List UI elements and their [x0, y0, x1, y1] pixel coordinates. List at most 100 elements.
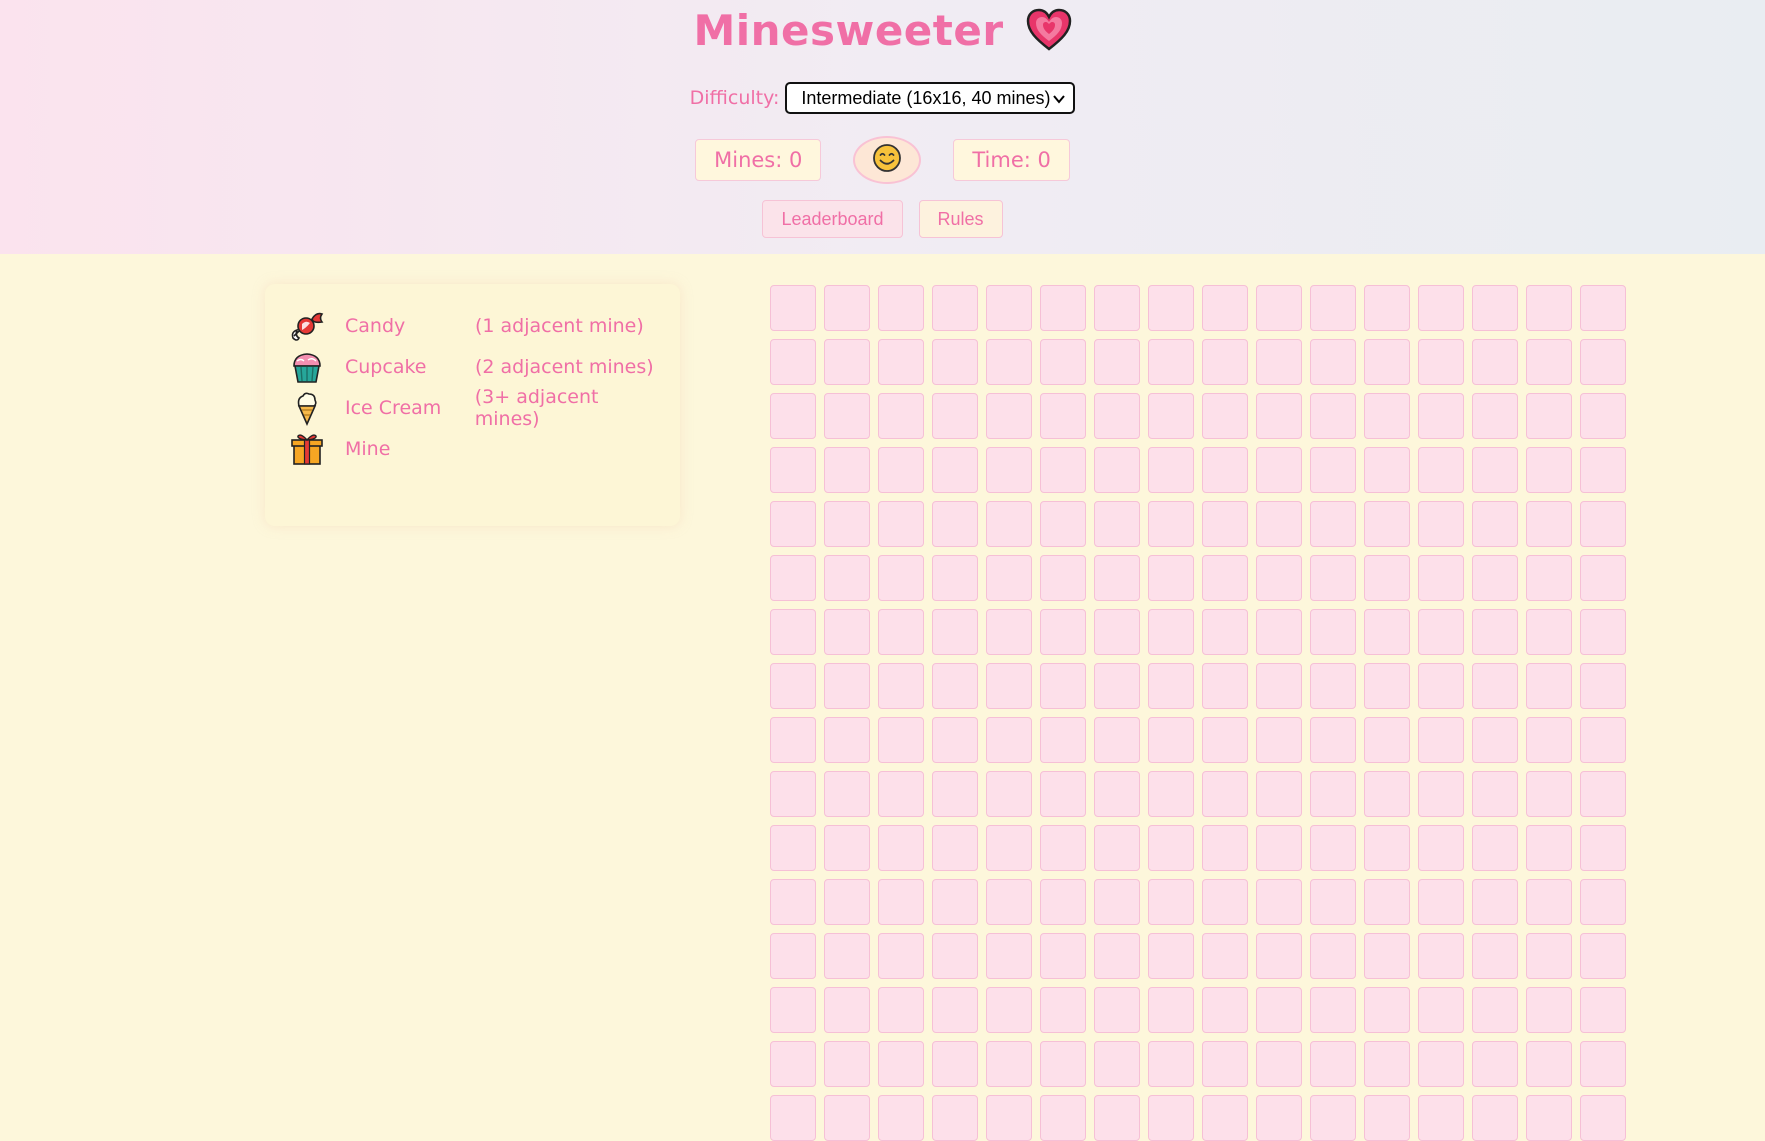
board-cell[interactable]	[878, 447, 924, 493]
board-cell[interactable]	[1472, 1095, 1518, 1141]
board-cell[interactable]	[1580, 771, 1626, 817]
board-cell[interactable]	[1256, 501, 1302, 547]
board-cell[interactable]	[1418, 933, 1464, 979]
board-cell[interactable]	[878, 1041, 924, 1087]
board-cell[interactable]	[1202, 1041, 1248, 1087]
board-cell[interactable]	[1040, 1095, 1086, 1141]
board-cell[interactable]	[1040, 447, 1086, 493]
board-cell[interactable]	[932, 771, 978, 817]
board-cell[interactable]	[1256, 1095, 1302, 1141]
board-cell[interactable]	[1256, 609, 1302, 655]
board-cell[interactable]	[1526, 825, 1572, 871]
board-cell[interactable]	[1364, 771, 1410, 817]
board-cell[interactable]	[1580, 1095, 1626, 1141]
board-cell[interactable]	[1040, 609, 1086, 655]
board-cell[interactable]	[1040, 825, 1086, 871]
board-cell[interactable]	[1256, 393, 1302, 439]
board-cell[interactable]	[1094, 555, 1140, 601]
board-cell[interactable]	[1580, 447, 1626, 493]
board-cell[interactable]	[932, 1041, 978, 1087]
board-cell[interactable]	[1148, 1041, 1194, 1087]
board-cell[interactable]	[878, 933, 924, 979]
board-cell[interactable]	[770, 879, 816, 925]
board-cell[interactable]	[1040, 771, 1086, 817]
board-cell[interactable]	[1526, 285, 1572, 331]
board-cell[interactable]	[824, 663, 870, 709]
board-cell[interactable]	[1310, 879, 1356, 925]
board-cell[interactable]	[1148, 285, 1194, 331]
board-cell[interactable]	[878, 771, 924, 817]
board-cell[interactable]	[986, 555, 1032, 601]
board-cell[interactable]	[1526, 771, 1572, 817]
board-cell[interactable]	[1364, 825, 1410, 871]
board-cell[interactable]	[1040, 663, 1086, 709]
board-cell[interactable]	[1202, 393, 1248, 439]
board-cell[interactable]	[1364, 285, 1410, 331]
board-cell[interactable]	[824, 771, 870, 817]
board-cell[interactable]	[1148, 501, 1194, 547]
board-cell[interactable]	[1580, 555, 1626, 601]
board-cell[interactable]	[1526, 933, 1572, 979]
board-cell[interactable]	[770, 447, 816, 493]
board-cell[interactable]	[1256, 825, 1302, 871]
board-cell[interactable]	[1148, 663, 1194, 709]
board-cell[interactable]	[1364, 1095, 1410, 1141]
board-cell[interactable]	[986, 609, 1032, 655]
board-cell[interactable]	[1094, 609, 1140, 655]
board-cell[interactable]	[932, 663, 978, 709]
board-cell[interactable]	[986, 1095, 1032, 1141]
board-cell[interactable]	[1148, 447, 1194, 493]
board-cell[interactable]	[932, 1095, 978, 1141]
board-cell[interactable]	[1256, 771, 1302, 817]
board-cell[interactable]	[1580, 987, 1626, 1033]
board-cell[interactable]	[1040, 339, 1086, 385]
board-cell[interactable]	[1094, 663, 1140, 709]
board-cell[interactable]	[1418, 879, 1464, 925]
board-cell[interactable]	[1256, 879, 1302, 925]
board-cell[interactable]	[1148, 339, 1194, 385]
board-cell[interactable]	[986, 393, 1032, 439]
board-cell[interactable]	[770, 663, 816, 709]
board-cell[interactable]	[1310, 609, 1356, 655]
board-cell[interactable]	[824, 501, 870, 547]
board-cell[interactable]	[1148, 825, 1194, 871]
board-cell[interactable]	[1256, 285, 1302, 331]
board-cell[interactable]	[1418, 825, 1464, 871]
board-cell[interactable]	[1472, 447, 1518, 493]
board-cell[interactable]	[1256, 1041, 1302, 1087]
board-cell[interactable]	[1472, 717, 1518, 763]
board-cell[interactable]	[1526, 1095, 1572, 1141]
board-cell[interactable]	[1472, 825, 1518, 871]
board-cell[interactable]	[770, 771, 816, 817]
board-cell[interactable]	[1364, 879, 1410, 925]
board-cell[interactable]	[1094, 933, 1140, 979]
board-cell[interactable]	[1202, 339, 1248, 385]
board-cell[interactable]	[986, 771, 1032, 817]
board-cell[interactable]	[1580, 609, 1626, 655]
board-cell[interactable]	[1364, 987, 1410, 1033]
board-cell[interactable]	[1472, 555, 1518, 601]
board-cell[interactable]	[1310, 933, 1356, 979]
board-cell[interactable]	[1526, 393, 1572, 439]
leaderboard-button[interactable]: Leaderboard	[762, 200, 903, 238]
board-cell[interactable]	[1310, 1095, 1356, 1141]
board-cell[interactable]	[770, 393, 816, 439]
board-cell[interactable]	[1094, 879, 1140, 925]
board-cell[interactable]	[770, 1041, 816, 1087]
board-cell[interactable]	[1472, 609, 1518, 655]
board-cell[interactable]	[1148, 393, 1194, 439]
board-cell[interactable]	[1310, 555, 1356, 601]
board-cell[interactable]	[1472, 663, 1518, 709]
board-cell[interactable]	[1148, 771, 1194, 817]
board-cell[interactable]	[986, 663, 1032, 709]
board-cell[interactable]	[1256, 663, 1302, 709]
board-cell[interactable]	[932, 285, 978, 331]
board-cell[interactable]	[1526, 879, 1572, 925]
board-cell[interactable]	[770, 717, 816, 763]
board-cell[interactable]	[770, 501, 816, 547]
smiley-reset-button[interactable]	[853, 136, 922, 184]
board-cell[interactable]	[1256, 339, 1302, 385]
board-cell[interactable]	[1472, 879, 1518, 925]
board-cell[interactable]	[1148, 609, 1194, 655]
board-cell[interactable]	[824, 609, 870, 655]
